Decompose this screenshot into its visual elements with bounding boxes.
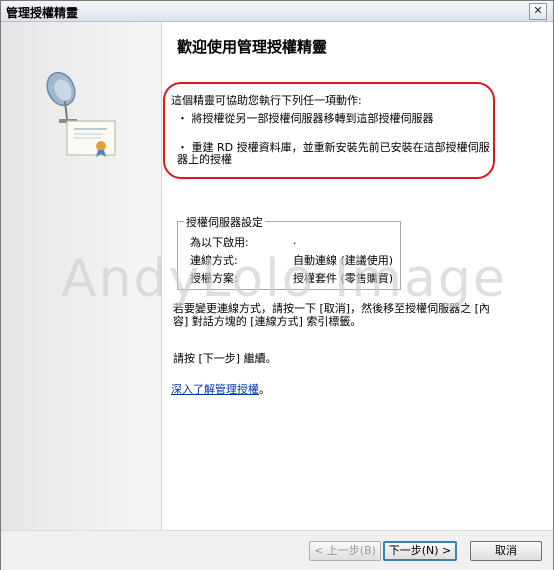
change-connection-note: 若要變更連線方式，請按一下 [取消]，然後移至授權伺服器之 [內容] 對話方塊的…	[173, 302, 490, 328]
connection-method-label: 連線方式:	[190, 254, 238, 267]
window-title: 管理授權精靈	[6, 6, 79, 20]
wizard-side-panel	[1, 22, 162, 530]
license-program-value: 授權套件 (零售購買)	[293, 272, 394, 285]
license-program-label: 授權方案:	[190, 272, 238, 285]
activate-for-label: 為以下啟用:	[190, 236, 249, 249]
page-title: 歡迎使用管理授權精靈	[177, 38, 328, 56]
activate-for-value: .	[293, 234, 297, 247]
next-button[interactable]: 下一步(N) >	[383, 541, 457, 561]
title-bar: 管理授權精靈 ✕	[1, 1, 553, 22]
learn-more-link[interactable]: 深入了解管理授權。	[171, 381, 270, 397]
license-server-icon	[46, 71, 116, 157]
connection-method-value: 自動連線 (建議使用)	[293, 254, 394, 267]
red-highlight-annotation	[163, 82, 495, 179]
settings-group-legend: 授權伺服器設定	[184, 214, 265, 230]
back-button[interactable]: < 上一步(B)	[309, 541, 381, 561]
cancel-button[interactable]: 取消	[470, 541, 542, 561]
learn-more-suffix: 。	[259, 383, 270, 396]
wizard-window: 管理授權精靈 ✕ 歡迎使用管理授權精靈 這個精靈可協助您執行下列任一項動作: ・…	[0, 0, 554, 570]
close-button[interactable]: ✕	[529, 3, 547, 20]
learn-more-link-text[interactable]: 深入了解管理授權	[171, 383, 259, 396]
wizard-button-bar: < 上一步(B) 下一步(N) > 取消	[1, 530, 553, 570]
continue-instruction: 請按 [下一步] 繼續。	[173, 352, 277, 365]
